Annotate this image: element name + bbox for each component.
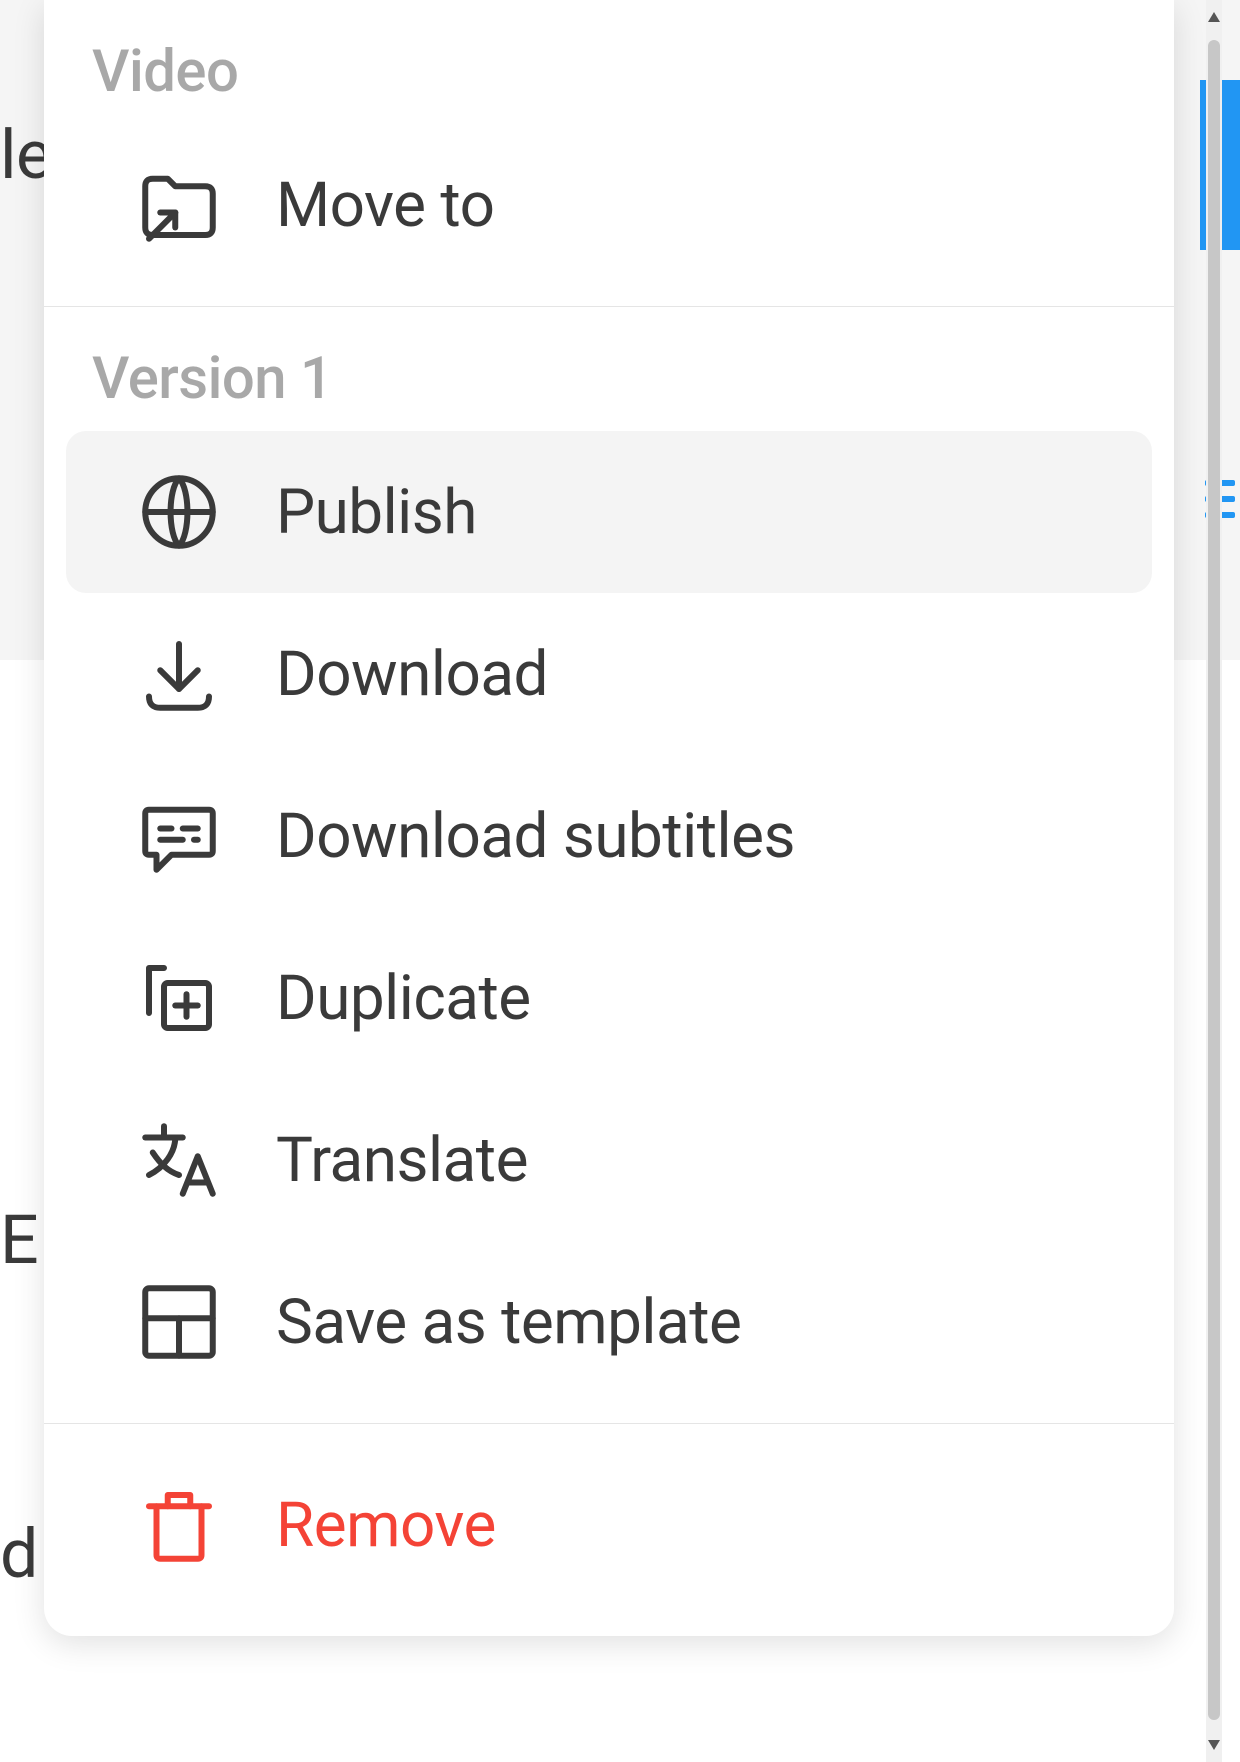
- divider: [44, 1423, 1174, 1424]
- menu-item-publish[interactable]: Publish: [66, 431, 1152, 593]
- globe-icon: [134, 467, 224, 557]
- menu-item-duplicate[interactable]: Duplicate: [66, 917, 1152, 1079]
- menu-item-label: Download: [276, 638, 548, 711]
- menu-item-remove[interactable]: Remove: [66, 1444, 1152, 1606]
- trash-icon: [134, 1480, 224, 1570]
- subtitles-icon: [134, 791, 224, 881]
- translate-icon: [134, 1115, 224, 1205]
- background-partial-text: E: [0, 1200, 39, 1280]
- context-menu: Video Move to Version 1 Publish: [44, 0, 1174, 1636]
- menu-item-label: Publish: [276, 476, 477, 549]
- background-partial-text: d: [0, 1514, 38, 1594]
- menu-item-label: Translate: [276, 1124, 528, 1197]
- menu-item-label: Download subtitles: [276, 800, 795, 873]
- section-header-video: Video: [44, 20, 1174, 124]
- menu-item-move-to[interactable]: Move to: [66, 124, 1152, 286]
- divider: [44, 306, 1174, 307]
- menu-item-label: Move to: [276, 169, 494, 242]
- menu-item-label: Remove: [276, 1489, 496, 1562]
- duplicate-icon: [134, 953, 224, 1043]
- folder-arrow-icon: [134, 160, 224, 250]
- scrollbar[interactable]: [1206, 0, 1222, 1762]
- menu-item-label: Save as template: [276, 1286, 741, 1359]
- template-icon: [134, 1277, 224, 1367]
- download-icon: [134, 629, 224, 719]
- menu-item-save-as-template[interactable]: Save as template: [66, 1241, 1152, 1403]
- menu-item-download-subtitles[interactable]: Download subtitles: [66, 755, 1152, 917]
- scrollbar-arrow-down-icon[interactable]: [1208, 1740, 1220, 1750]
- section-header-version: Version 1: [44, 327, 1174, 431]
- menu-item-download[interactable]: Download: [66, 593, 1152, 755]
- menu-item-translate[interactable]: Translate: [66, 1079, 1152, 1241]
- scrollbar-arrow-up-icon[interactable]: [1208, 12, 1220, 22]
- menu-item-label: Duplicate: [276, 962, 531, 1035]
- scrollbar-thumb[interactable]: [1208, 40, 1220, 1720]
